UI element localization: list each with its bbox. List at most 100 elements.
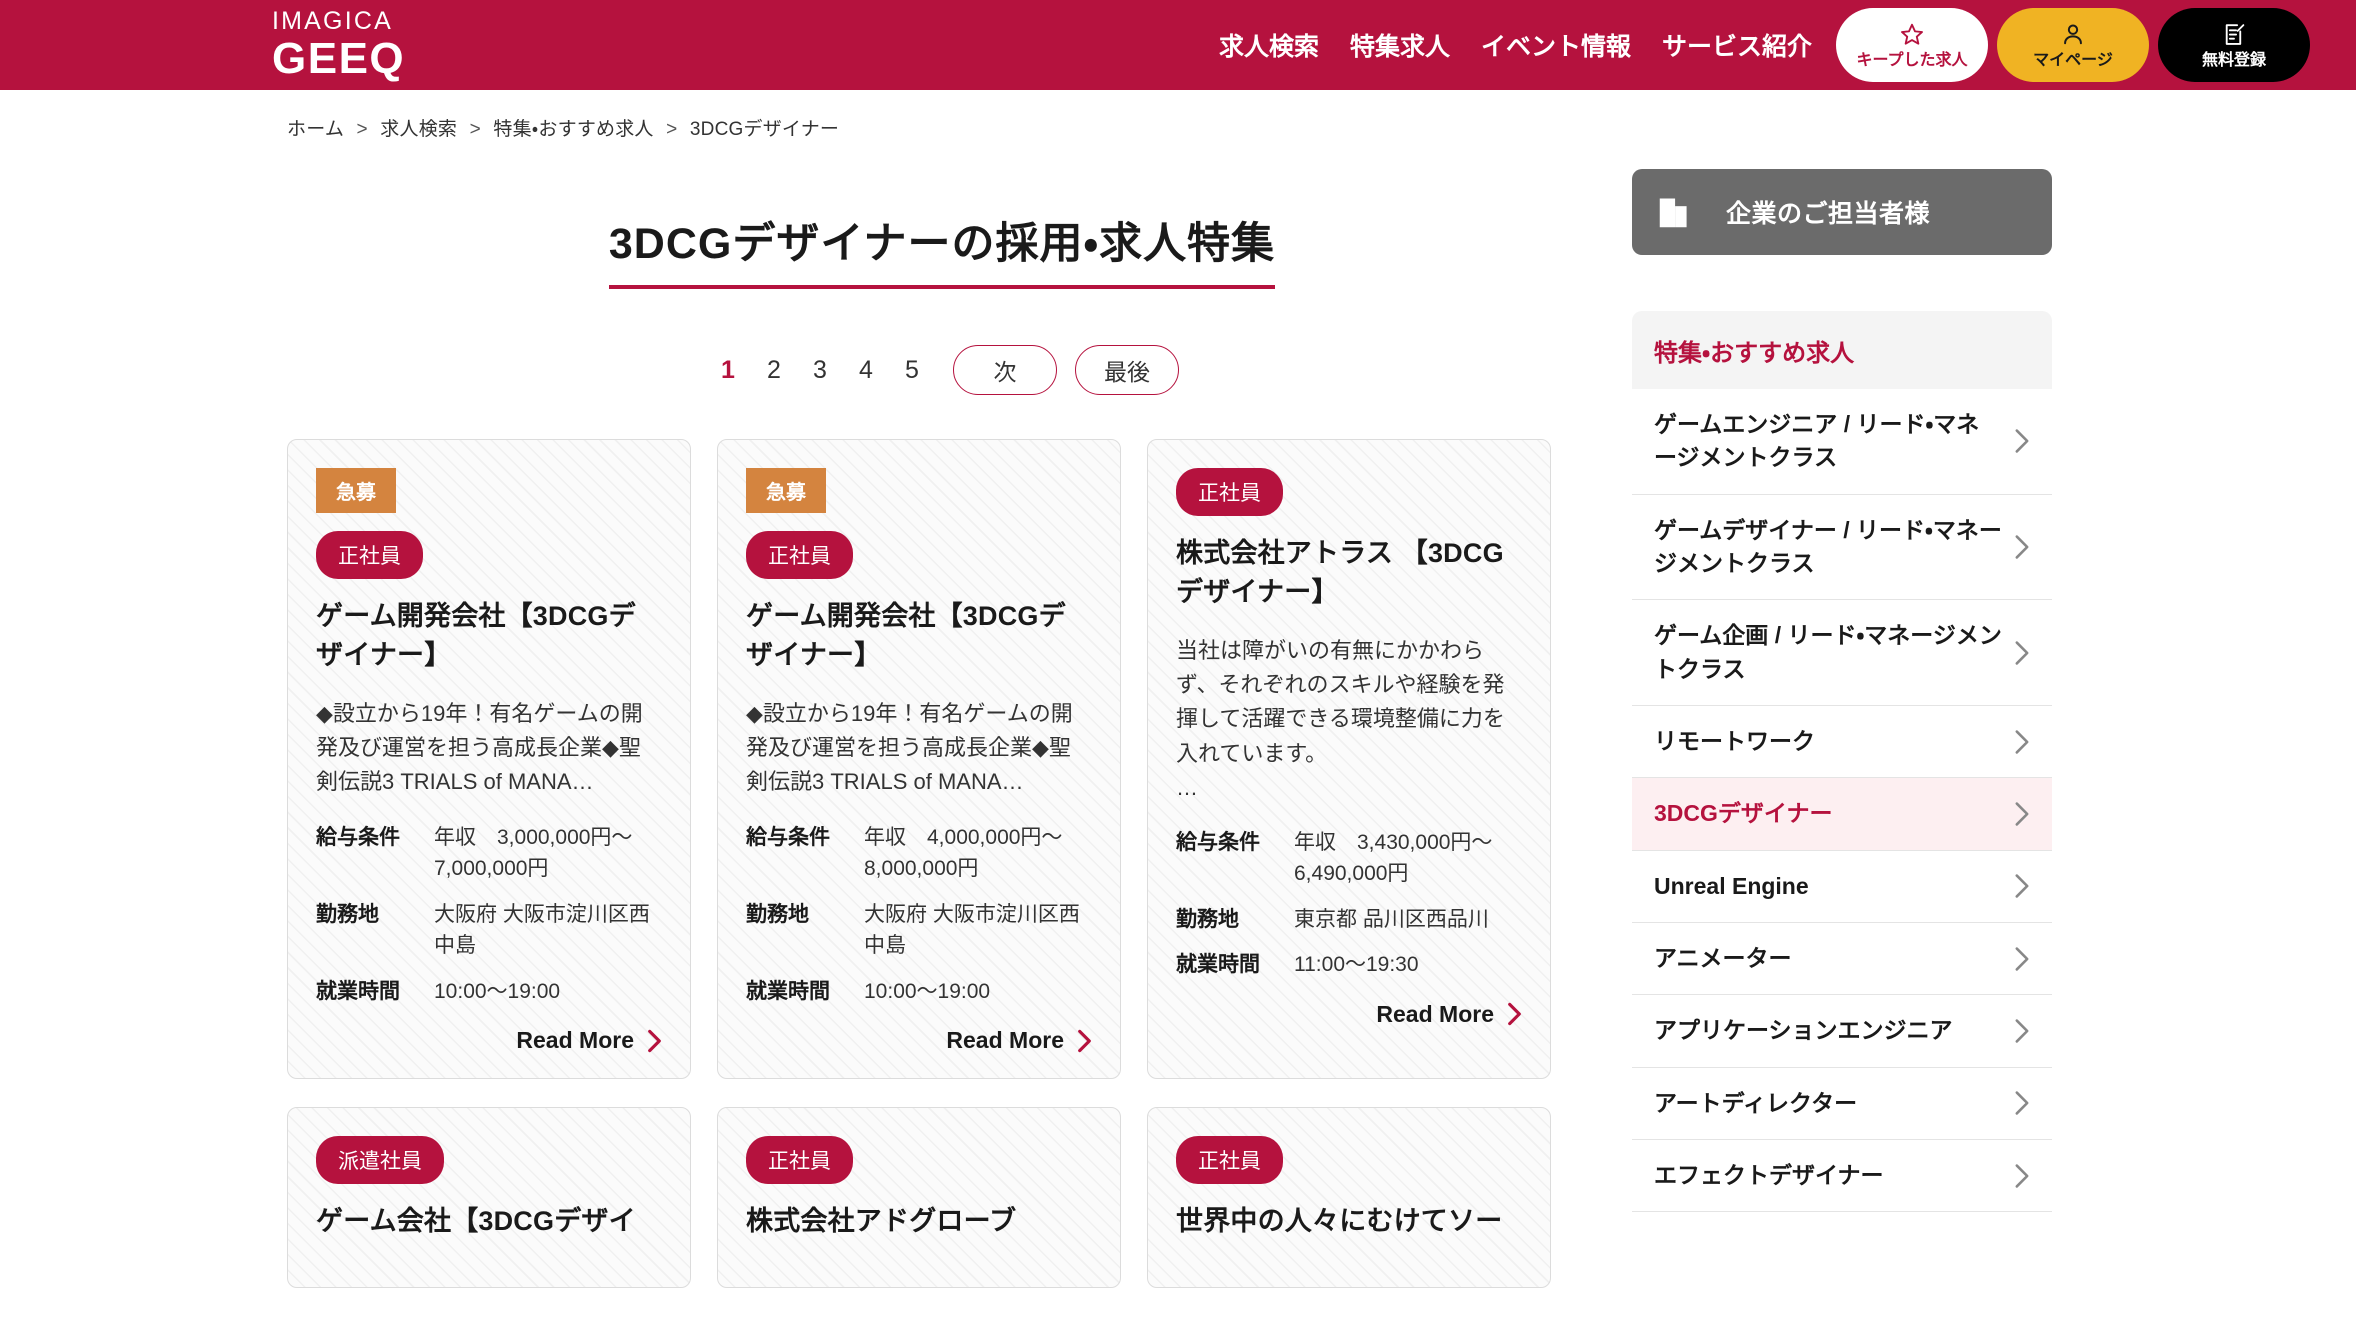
sidebar-item-application-engineer[interactable]: アプリケーションエンジニア	[1632, 995, 2052, 1068]
mypage-label: マイページ	[2033, 51, 2113, 69]
job-salary-row: 給与条件 年収 3,000,000円〜7,000,000円	[316, 822, 662, 885]
pagination: 1 2 3 4 5 次 最後	[287, 345, 1597, 395]
user-icon	[2060, 22, 2086, 51]
job-card[interactable]: 派遣社員 ゲーム会社【3DCGデザイ	[287, 1107, 691, 1289]
sidebar-item-3dcg-designer[interactable]: 3DCGデザイナー	[1632, 778, 2052, 851]
sidebar-item-effect-designer[interactable]: エフェクトデザイナー	[1632, 1140, 2052, 1213]
chevron-right-icon	[2014, 1163, 2030, 1189]
salary-value: 年収 4,000,000円〜8,000,000円	[864, 825, 1063, 881]
job-hours-row: 就業時間 10:00〜19:00	[316, 976, 662, 1008]
chevron-right-icon	[1507, 1002, 1522, 1026]
job-title: 世界中の人々にむけてソー	[1176, 1206, 1503, 1237]
job-card[interactable]: 急募 正社員 ゲーム開発会社【3DCGデザイナー】 ◆設立から19年！有名ゲーム…	[717, 439, 1121, 1080]
pagination-next-button[interactable]: 次	[953, 345, 1057, 395]
nav-item-service-intro[interactable]: サービス紹介	[1662, 27, 1812, 63]
chevron-right-icon	[2014, 873, 2030, 899]
pagination-page-1[interactable]: 1	[705, 356, 751, 385]
salary-value: 年収 3,000,000円〜7,000,000円	[434, 825, 633, 881]
sidebar-item-game-planning[interactable]: ゲーム企画 / リード・マネージメントクラス	[1632, 600, 2052, 707]
job-title: 株式会社アトラス 【3DCGデザイナー】	[1176, 538, 1504, 608]
chevron-right-icon	[2014, 946, 2030, 972]
sidebar-item-remote-work[interactable]: リモートワーク	[1632, 706, 2052, 779]
nav-item-featured-jobs[interactable]: 特集求人	[1350, 27, 1450, 63]
sidebar-item-label: ゲームデザイナー / リード・マネージメントクラス	[1654, 516, 2002, 577]
employment-type-badge: 正社員	[746, 1136, 853, 1185]
pagination-page-4[interactable]: 4	[843, 356, 889, 385]
read-more-label: Read More	[946, 1027, 1064, 1054]
chevron-right-icon	[2014, 428, 2030, 454]
urgent-badge: 急募	[316, 468, 396, 513]
job-card[interactable]: 正社員 世界中の人々にむけてソー	[1147, 1107, 1551, 1289]
job-location-row: 勤務地 東京都 品川区西品川	[1176, 904, 1522, 936]
location-value: 大阪府 大阪市淀川区西中島	[864, 902, 1080, 958]
nav-item-job-search[interactable]: 求人検索	[1219, 27, 1319, 63]
pagination-page-3[interactable]: 3	[797, 356, 843, 385]
sidebar-item-label: エフェクトデザイナー	[1654, 1162, 1884, 1189]
page-title-container: 3DCGデザイナーの採用・求人特集	[287, 169, 1597, 289]
job-card[interactable]: 正社員 株式会社アドグローブ	[717, 1107, 1121, 1289]
kept-jobs-button[interactable]: キープした求人	[1836, 8, 1988, 82]
breadcrumb-item-job-search[interactable]: 求人検索	[380, 119, 457, 140]
sidebar-item-label: ゲーム企画 / リード・マネージメントクラス	[1654, 622, 2002, 682]
site-logo[interactable]: IMAGICA GEEQ	[272, 9, 405, 81]
breadcrumb-item-featured[interactable]: 特集・おすすめ求人	[493, 119, 653, 140]
breadcrumb-separator: >	[356, 119, 368, 140]
location-value: 東京都 品川区西品川	[1294, 907, 1489, 931]
job-title: 株式会社アドグローブ	[746, 1206, 1017, 1237]
chevron-right-icon	[2014, 640, 2030, 666]
breadcrumb: ホーム > 求人検索 > 特集・おすすめ求人 > 3DCGデザイナー	[0, 90, 2356, 141]
read-more-link[interactable]: Read More	[316, 1027, 662, 1054]
job-card-grid-row-2: 派遣社員 ゲーム会社【3DCGデザイ 正社員 株式会社アドグローブ 正社員 世界…	[287, 1107, 1597, 1289]
sidebar-item-art-director[interactable]: アートディレクター	[1632, 1067, 2052, 1141]
pagination-page-5[interactable]: 5	[889, 356, 935, 385]
sidebar-item-label: アニメーター	[1654, 945, 1792, 972]
main-navigation: 求人検索 特集求人 イベント情報 サービス紹介	[1219, 27, 1812, 63]
hours-value: 10:00〜19:00	[434, 979, 561, 1003]
location-label: 勤務地	[1176, 907, 1239, 931]
main-content: 3DCGデザイナーの採用・求人特集 1 2 3 4 5 次 最後 急募 正社員 …	[287, 169, 1597, 1289]
employment-type-badge: 正社員	[1176, 468, 1283, 516]
breadcrumb-separator: >	[469, 119, 481, 140]
corporate-contact-label: 企業のご担当者様	[1726, 200, 1931, 228]
sidebar-item-label: Unreal Engine	[1654, 872, 1809, 899]
sidebar-item-label: アートディレクター	[1654, 1089, 1858, 1116]
pagination-last-button[interactable]: 最後	[1075, 345, 1179, 395]
free-register-button[interactable]: 無料登録	[2158, 8, 2310, 82]
sidebar-item-game-designer[interactable]: ゲームデザイナー / リード・マネージメントクラス	[1632, 494, 2052, 601]
hours-label: 就業時間	[316, 979, 400, 1003]
read-more-label: Read More	[516, 1027, 634, 1054]
sidebar-item-label: アプリケーションエンジニア	[1654, 1017, 1953, 1044]
mypage-button[interactable]: マイページ	[1997, 8, 2149, 82]
salary-label: 給与条件	[1176, 830, 1260, 854]
chevron-right-icon	[2014, 801, 2030, 827]
read-more-link[interactable]: Read More	[1176, 1001, 1522, 1028]
job-description: ◆設立から19年！有名ゲームの開発及び運営を担う高成長企業◆聖剣伝説3 TRIA…	[746, 701, 1073, 795]
job-description: ◆設立から19年！有名ゲームの開発及び運営を担う高成長企業◆聖剣伝説3 TRIA…	[316, 701, 643, 795]
breadcrumb-separator: >	[666, 119, 678, 140]
site-header: IMAGICA GEEQ 求人検索 特集求人 イベント情報 サービス紹介 キープ…	[0, 0, 2356, 90]
salary-label: 給与条件	[746, 825, 830, 849]
read-more-label: Read More	[1376, 1000, 1494, 1027]
sidebar-item-label: 3DCGデザイナー	[1654, 800, 1833, 827]
sidebar-item-unreal-engine[interactable]: Unreal Engine	[1632, 850, 2052, 924]
breadcrumb-item-home[interactable]: ホーム	[287, 119, 344, 140]
job-location-row: 勤務地 大阪府 大阪市淀川区西中島	[746, 899, 1092, 962]
job-card-grid-row-1: 急募 正社員 ゲーム開発会社【3DCGデザイナー】 ◆設立から19年！有名ゲーム…	[287, 439, 1597, 1080]
employment-type-badge: 正社員	[316, 531, 423, 579]
sidebar: 企業のご担当者様 特集・おすすめ求人 ゲームエンジニア / リード・マネージメン…	[1632, 169, 2052, 1213]
page-title: 3DCGデザイナーの採用・求人特集	[608, 209, 1276, 289]
sidebar-item-game-engineer[interactable]: ゲームエンジニア / リード・マネージメントクラス	[1632, 389, 2052, 495]
nav-item-event-info[interactable]: イベント情報	[1481, 27, 1631, 63]
employment-type-badge: 派遣社員	[316, 1136, 444, 1185]
location-label: 勤務地	[746, 902, 809, 926]
sidebar-item-animator[interactable]: アニメーター	[1632, 923, 2052, 996]
hours-label: 就業時間	[746, 979, 830, 1003]
star-icon	[1899, 22, 1925, 51]
corporate-contact-banner[interactable]: 企業のご担当者様	[1632, 169, 2052, 255]
hours-value: 11:00〜19:30	[1294, 953, 1419, 977]
pagination-page-2[interactable]: 2	[751, 356, 797, 385]
job-card[interactable]: 急募 正社員 ゲーム開発会社【3DCGデザイナー】 ◆設立から19年！有名ゲーム…	[287, 439, 691, 1080]
read-more-link[interactable]: Read More	[746, 1027, 1092, 1054]
job-card[interactable]: 正社員 株式会社アトラス 【3DCGデザイナー】 当社は障がいの有無にかかわらず…	[1147, 439, 1551, 1080]
job-title: ゲーム開発会社【3DCGデザイナー】	[746, 601, 1066, 671]
